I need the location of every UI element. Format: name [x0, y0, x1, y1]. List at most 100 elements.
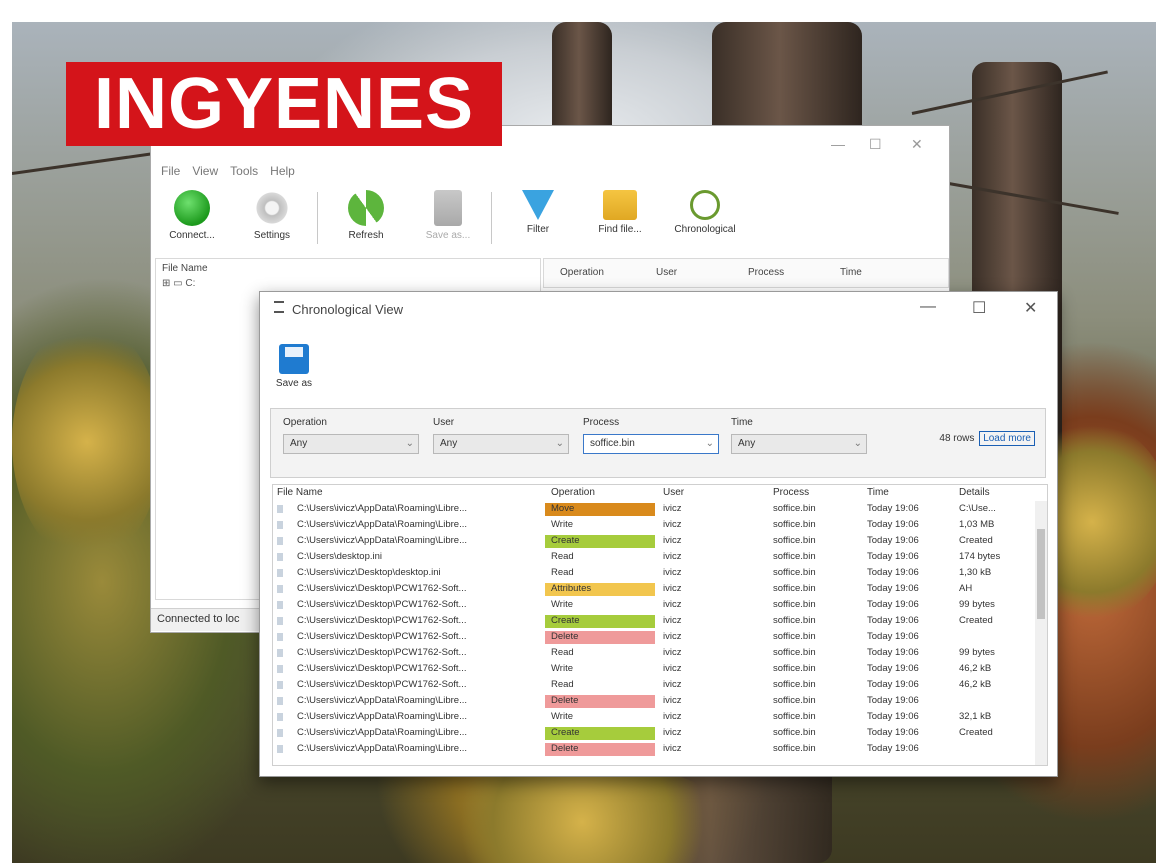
column-details[interactable]: Details: [959, 487, 990, 498]
file-icon: [277, 617, 283, 625]
chevron-down-icon: ⌄: [555, 438, 564, 449]
column-time[interactable]: Time: [867, 487, 889, 498]
cell-time: Today 19:06: [867, 663, 919, 674]
cell-op: Read: [551, 679, 574, 690]
table-row[interactable]: C:\Users\ivicz\AppData\Roaming\Libre... W…: [273, 518, 1033, 533]
column-process[interactable]: Process: [748, 267, 784, 278]
column-operation[interactable]: Operation: [560, 267, 604, 278]
cell-user: ivicz: [663, 567, 682, 578]
cell-details: 46,2 kB: [959, 679, 992, 690]
cell-op: Write: [551, 599, 573, 610]
refresh-icon: [348, 190, 384, 226]
file-icon: [277, 505, 283, 513]
connect-button[interactable]: Connect...: [157, 190, 227, 241]
column-file-name[interactable]: File Name: [277, 487, 323, 498]
column-process[interactable]: Process: [773, 487, 809, 498]
status-text: Connected to loc: [157, 613, 240, 625]
filter-label: Filter: [526, 224, 550, 235]
cell-details: 99 bytes: [959, 647, 995, 658]
operation-select[interactable]: Any ⌄: [283, 434, 419, 454]
column-user[interactable]: User: [663, 487, 684, 498]
menu-tools[interactable]: Tools: [230, 164, 258, 178]
chevron-down-icon: ⌄: [853, 438, 862, 449]
file-icon: [277, 665, 283, 673]
table-row[interactable]: C:\Users\ivicz\Desktop\PCW1762-Soft... Wr…: [273, 598, 1033, 613]
find-file-button[interactable]: Find file...: [585, 190, 655, 235]
table-row[interactable]: C:\Users\ivicz\AppData\Roaming\Libre... C…: [273, 534, 1033, 549]
cell-time: Today 19:06: [867, 535, 919, 546]
maximize-button[interactable]: ☐: [869, 136, 882, 153]
table-row[interactable]: C:\Users\ivicz\AppData\Roaming\Libre... D…: [273, 742, 1033, 757]
cell-op: Read: [551, 647, 574, 658]
toolbar-separator: [491, 192, 492, 244]
cell-file: C:\Users\ivicz\Desktop\PCW1762-Soft...: [297, 631, 467, 642]
table-row[interactable]: C:\Users\ivicz\AppData\Roaming\Libre... W…: [273, 710, 1033, 725]
column-operation[interactable]: Operation: [551, 487, 595, 498]
close-button[interactable]: ✕: [1024, 298, 1037, 318]
table-row[interactable]: C:\Users\ivicz\Desktop\PCW1762-Soft... Re…: [273, 678, 1033, 693]
cell-op: Create: [545, 727, 655, 740]
minimize-button[interactable]: —: [831, 136, 845, 152]
tree-root-c[interactable]: ⊞ ▭ C:: [156, 278, 540, 289]
cell-details: 1,03 MB: [959, 519, 995, 530]
cell-op: Create: [545, 615, 655, 628]
file-icon: [277, 745, 283, 753]
cell-time: Today 19:06: [867, 711, 919, 722]
cell-file: C:\Users\ivicz\AppData\Roaming\Libre...: [297, 743, 468, 754]
filter-button[interactable]: Filter: [503, 190, 573, 235]
column-user[interactable]: User: [656, 267, 677, 278]
cell-user: ivicz: [663, 743, 682, 754]
cell-op: Delete: [545, 695, 655, 708]
close-button[interactable]: ✕: [911, 136, 923, 153]
operation-filter-label: Operation: [283, 417, 327, 428]
window-menu-icon[interactable]: [274, 301, 284, 313]
time-select[interactable]: Any ⌄: [731, 434, 867, 454]
cell-user: ivicz: [663, 599, 682, 610]
events-list-header: Operation User Process Time: [543, 258, 949, 288]
table-row[interactable]: C:\Users\ivicz\Desktop\PCW1762-Soft... Re…: [273, 646, 1033, 661]
cell-op: Read: [551, 551, 574, 562]
column-time[interactable]: Time: [840, 267, 862, 278]
user-select[interactable]: Any ⌄: [433, 434, 569, 454]
expand-icon[interactable]: ⊞ ▭: [162, 278, 185, 289]
table-row[interactable]: C:\Users\ivicz\Desktop\PCW1762-Soft... Wr…: [273, 662, 1033, 677]
save-as-button[interactable]: Save as: [274, 344, 314, 389]
menu-view[interactable]: View: [192, 164, 218, 178]
file-icon: [277, 601, 283, 609]
tree-branch: [12, 152, 151, 175]
tree-root-label: C:: [185, 278, 196, 289]
chronological-button[interactable]: Chronological: [665, 190, 745, 235]
save-as-button[interactable]: Save as...: [413, 190, 483, 241]
user-select-value: Any: [440, 438, 458, 449]
vertical-scrollbar[interactable]: [1035, 501, 1047, 765]
refresh-button[interactable]: Refresh: [331, 190, 401, 241]
cell-file: C:\Users\ivicz\Desktop\PCW1762-Soft...: [297, 679, 467, 690]
table-row[interactable]: C:\Users\ivicz\Desktop\desktop.ini Read iv…: [273, 566, 1033, 581]
cell-time: Today 19:06: [867, 727, 919, 738]
table-row[interactable]: C:\Users\ivicz\Desktop\PCW1762-Soft... Cr…: [273, 614, 1033, 629]
cell-process: soffice.bin: [773, 743, 816, 754]
cell-op: Move: [545, 503, 655, 516]
scrollbar-thumb[interactable]: [1037, 529, 1045, 619]
chevron-down-icon: ⌄: [405, 438, 414, 449]
table-row[interactable]: C:\Users\ivicz\AppData\Roaming\Libre... D…: [273, 694, 1033, 709]
table-row[interactable]: C:\Users\desktop.ini Read ivicz soffice.bin…: [273, 550, 1033, 565]
cell-details: 1,30 kB: [959, 567, 992, 578]
cell-file: C:\Users\ivicz\Desktop\PCW1762-Soft...: [297, 647, 467, 658]
table-row[interactable]: C:\Users\ivicz\Desktop\PCW1762-Soft... De…: [273, 630, 1033, 645]
toolbar: Connect... Settings Refresh Save as... F…: [151, 184, 947, 254]
maximize-button[interactable]: ☐: [972, 298, 986, 318]
table-row[interactable]: C:\Users\ivicz\AppData\Roaming\Libre... M…: [273, 502, 1033, 517]
table-row[interactable]: C:\Users\ivicz\Desktop\PCW1762-Soft... At…: [273, 582, 1033, 597]
load-more-link[interactable]: Load more: [979, 431, 1035, 446]
menu-help[interactable]: Help: [270, 164, 295, 178]
menu-file[interactable]: File: [161, 164, 180, 178]
cell-time: Today 19:06: [867, 551, 919, 562]
settings-button[interactable]: Settings: [237, 190, 307, 241]
cell-process: soffice.bin: [773, 599, 816, 610]
table-row[interactable]: C:\Users\ivicz\AppData\Roaming\Libre... C…: [273, 726, 1033, 741]
time-filter: Time Any ⌄: [731, 417, 867, 454]
process-select[interactable]: soffice.bin ⌄: [583, 434, 719, 454]
minimize-button[interactable]: —: [920, 298, 936, 316]
cell-process: soffice.bin: [773, 503, 816, 514]
